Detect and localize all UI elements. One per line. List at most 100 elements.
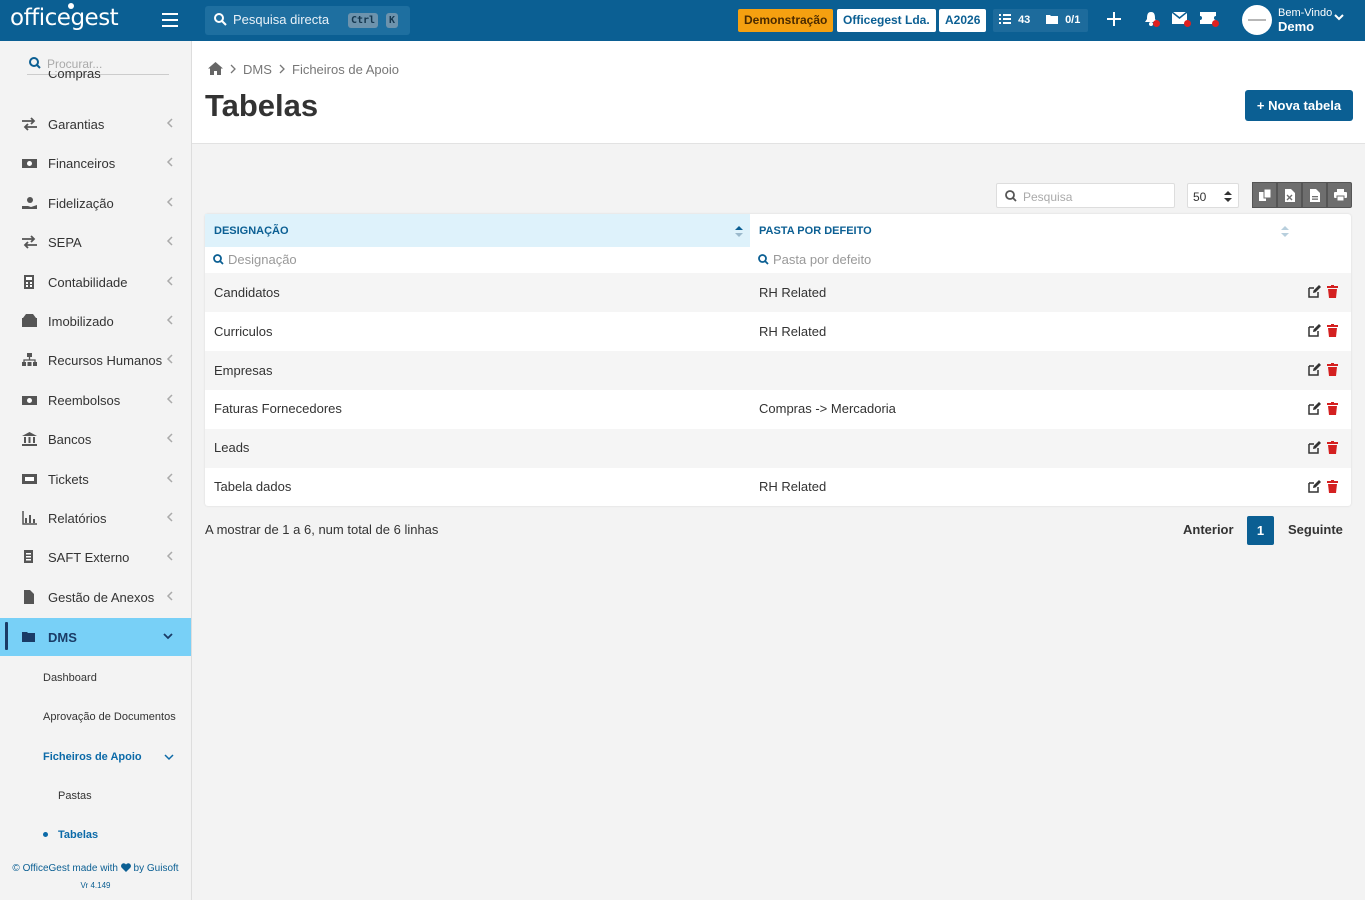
sort-icon bbox=[1224, 191, 1232, 202]
column-header-pasta[interactable]: PASTA POR DEFEITO bbox=[750, 214, 1351, 247]
sidebar-sub-approval[interactable]: Aprovação de Documentos bbox=[43, 711, 176, 723]
file-excel-icon bbox=[1285, 189, 1295, 202]
chevron-down-icon bbox=[163, 633, 173, 640]
cell-designacao: Faturas Fornecedores bbox=[214, 401, 342, 416]
pagination-page-1[interactable]: 1 bbox=[1247, 516, 1274, 545]
sitemap-icon bbox=[22, 353, 37, 366]
print-button[interactable] bbox=[1327, 182, 1352, 208]
table-row[interactable]: Faturas Fornecedores Compras -> Mercador… bbox=[205, 390, 1351, 429]
counters[interactable]: 43 0/1 bbox=[993, 9, 1088, 32]
sidebar: Procurar... Compras Garantias Financeiro… bbox=[0, 41, 192, 900]
filter-designacao-input[interactable]: Designação bbox=[205, 247, 750, 272]
edit-icon[interactable] bbox=[1308, 402, 1321, 415]
file-code-icon bbox=[24, 550, 33, 563]
notifications-button[interactable] bbox=[1144, 12, 1162, 28]
sort-asc-icon bbox=[735, 226, 743, 237]
breadcrumb-support-files[interactable]: Ficheiros de Apoio bbox=[292, 62, 399, 77]
edit-icon[interactable] bbox=[1308, 441, 1321, 454]
trash-icon[interactable] bbox=[1327, 363, 1338, 376]
sidebar-item-bancos[interactable]: Bancos bbox=[0, 421, 191, 457]
quick-search[interactable]: Pesquisa directa Ctrl K bbox=[205, 6, 410, 35]
chevron-left-icon bbox=[166, 394, 173, 404]
trash-icon[interactable] bbox=[1327, 480, 1338, 493]
excel-export-button[interactable] bbox=[1277, 182, 1302, 208]
user-menu[interactable]: Bem-Vindo Demo bbox=[1278, 7, 1332, 34]
sidebar-sub-tables[interactable]: Tabelas bbox=[58, 829, 98, 841]
sidebar-item-imobilizado[interactable]: Imobilizado bbox=[0, 303, 191, 339]
print-icon bbox=[1334, 189, 1347, 201]
home-icon[interactable] bbox=[208, 62, 223, 75]
chevron-left-icon bbox=[166, 354, 173, 364]
sidebar-item-fidelizacao[interactable]: Fidelização bbox=[0, 185, 191, 221]
sidebar-item-saft-externo[interactable]: SAFT Externo bbox=[0, 539, 191, 575]
table-row[interactable]: Tabela dados RH Related bbox=[205, 468, 1351, 507]
menu-toggle-icon[interactable] bbox=[162, 13, 178, 27]
trash-icon[interactable] bbox=[1327, 402, 1338, 415]
chevron-down-icon bbox=[164, 754, 174, 761]
search-icon bbox=[758, 254, 769, 265]
tickets-button[interactable] bbox=[1200, 12, 1220, 28]
cell-designacao: Tabela dados bbox=[214, 479, 292, 494]
filter-pasta-input[interactable]: Pasta por defeito bbox=[750, 247, 1150, 272]
breadcrumb-dms[interactable]: DMS bbox=[243, 62, 272, 77]
sidebar-sub-folders[interactable]: Pastas bbox=[58, 790, 92, 802]
column-header-designacao[interactable]: DESIGNAÇÃO bbox=[205, 214, 750, 247]
trash-icon[interactable] bbox=[1327, 324, 1338, 337]
sidebar-item-tickets[interactable]: Tickets bbox=[0, 461, 191, 497]
cell-pasta: Compras -> Mercadoria bbox=[759, 401, 896, 416]
new-table-button[interactable]: + Nova tabela bbox=[1245, 90, 1353, 121]
copy-icon bbox=[1259, 189, 1272, 201]
edit-icon[interactable] bbox=[1308, 363, 1321, 376]
app-logo[interactable]: officegest bbox=[10, 3, 119, 31]
table-row[interactable]: Candidatos RH Related bbox=[205, 273, 1351, 312]
page-size-select[interactable]: 50 bbox=[1187, 183, 1239, 208]
sidebar-item-sepa[interactable]: SEPA bbox=[0, 224, 191, 260]
sidebar-item-garantias[interactable]: Garantias bbox=[0, 106, 191, 142]
trash-icon[interactable] bbox=[1327, 285, 1338, 298]
sidebar-item-contabilidade[interactable]: Contabilidade bbox=[0, 264, 191, 300]
cell-pasta: RH Related bbox=[759, 285, 827, 300]
avatar[interactable] bbox=[1242, 5, 1272, 35]
table-row[interactable]: Leads bbox=[205, 429, 1351, 468]
chevron-left-icon bbox=[166, 197, 173, 207]
plus-icon[interactable] bbox=[1107, 12, 1121, 26]
sidebar-sub-dashboard[interactable]: Dashboard bbox=[43, 672, 97, 684]
edit-icon[interactable] bbox=[1308, 285, 1321, 298]
company-selector[interactable]: Officegest Lda. bbox=[837, 9, 936, 32]
messages-button[interactable] bbox=[1171, 11, 1192, 28]
active-bullet bbox=[43, 832, 48, 837]
quick-search-label: Pesquisa directa bbox=[233, 12, 330, 27]
sidebar-item-dms[interactable]: DMS bbox=[0, 618, 191, 656]
sidebar-item-compras[interactable]: Compras bbox=[0, 71, 191, 91]
tasks-counter[interactable]: 43 bbox=[999, 14, 1030, 26]
sidebar-item-reembolsos[interactable]: Reembolsos bbox=[0, 382, 191, 418]
sidebar-item-relatorios[interactable]: Relatórios bbox=[0, 500, 191, 536]
chevron-left-icon bbox=[166, 512, 173, 522]
pagination-next[interactable]: Seguinte bbox=[1288, 522, 1343, 537]
search-icon bbox=[213, 254, 224, 265]
chevron-down-icon[interactable] bbox=[1334, 14, 1344, 21]
sidebar-item-gestao-anexos[interactable]: Gestão de Anexos bbox=[0, 579, 191, 615]
table-row[interactable]: Empresas bbox=[205, 351, 1351, 390]
page-header: DMS Ficheiros de Apoio Tabelas + Nova ta… bbox=[192, 41, 1365, 144]
pagination-prev[interactable]: Anterior bbox=[1183, 522, 1234, 537]
year-selector[interactable]: A2026 bbox=[939, 9, 987, 32]
docs-counter[interactable]: 0/1 bbox=[1046, 14, 1080, 26]
chevron-left-icon bbox=[166, 276, 173, 286]
edit-icon[interactable] bbox=[1308, 324, 1321, 337]
folder-icon bbox=[1046, 15, 1058, 24]
sidebar-item-financeiros[interactable]: Financeiros bbox=[0, 145, 191, 181]
sidebar-item-recursos-humanos[interactable]: Recursos Humanos bbox=[0, 342, 191, 378]
page-title: Tabelas bbox=[205, 88, 319, 123]
edit-icon[interactable] bbox=[1308, 480, 1321, 493]
demo-badge[interactable]: Demonstração bbox=[738, 9, 834, 32]
sidebar-sub-support-files[interactable]: Ficheiros de Apoio bbox=[43, 751, 142, 763]
pdf-export-button[interactable] bbox=[1302, 182, 1327, 208]
table-row[interactable]: Curriculos RH Related bbox=[205, 312, 1351, 351]
search-icon bbox=[214, 13, 227, 26]
copy-button[interactable] bbox=[1252, 182, 1277, 208]
trash-icon[interactable] bbox=[1327, 441, 1338, 454]
table-search-input[interactable]: Pesquisa bbox=[996, 183, 1175, 208]
exchange-icon bbox=[22, 117, 37, 131]
kbd-ctrl: Ctrl bbox=[348, 13, 379, 28]
